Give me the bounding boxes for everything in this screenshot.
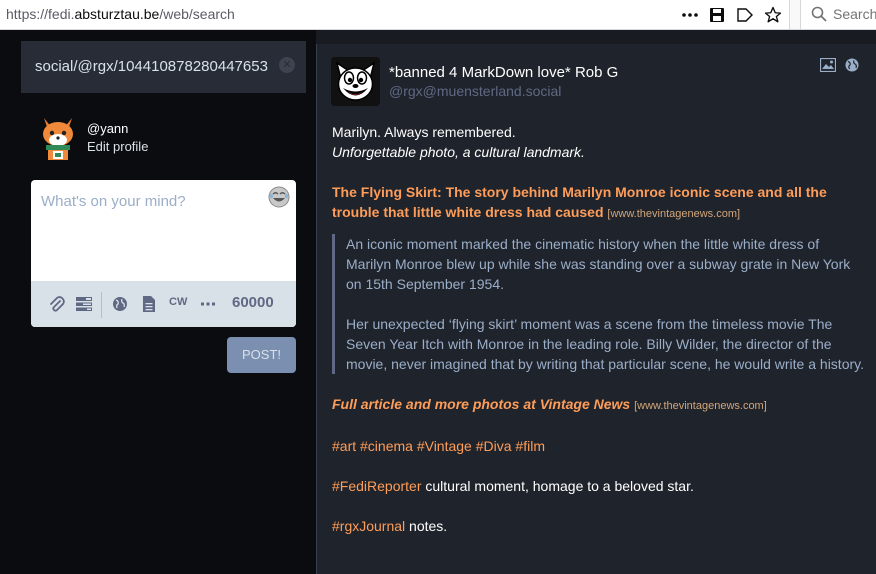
- globe-icon[interactable]: [110, 294, 130, 314]
- browser-toolbar: https://fedi.absturztau.be/web/search Se…: [0, 0, 876, 30]
- edit-profile-link[interactable]: Edit profile: [87, 139, 148, 154]
- url-text[interactable]: https://fedi.absturztau.be/web/search: [6, 6, 235, 22]
- browser-search-placeholder: Search: [833, 6, 876, 22]
- bookmark-icon[interactable]: [733, 3, 757, 27]
- status-line-italic: Unforgettable photo, a cultural landmark…: [332, 144, 585, 160]
- public-visibility-icon: [845, 57, 859, 72]
- fedireporter-line: #FediReporter cultural moment, homage to…: [332, 476, 867, 496]
- full-article-text[interactable]: Full article and more photos at Vintage …: [332, 396, 630, 412]
- file-icon[interactable]: [139, 294, 159, 314]
- content-warning-toggle[interactable]: CW: [169, 296, 187, 308]
- hashtag-link[interactable]: #film: [515, 438, 545, 454]
- full-article-link[interactable]: [www.thevintagenews.com]: [634, 400, 767, 412]
- full-article-line: Full article and more photos at Vintage …: [332, 394, 867, 416]
- star-icon[interactable]: [761, 3, 785, 27]
- url-path: /web/search: [159, 6, 235, 22]
- emoji-picker-icon[interactable]: [268, 186, 290, 208]
- more-icon[interactable]: [198, 294, 218, 314]
- hashtag-link[interactable]: #Diva: [476, 438, 512, 454]
- poll-icon[interactable]: [74, 294, 94, 314]
- quote-paragraph: An iconic moment marked the cinematic hi…: [346, 236, 851, 292]
- search-input[interactable]: social/@rgx/104410878280447653 ✕: [21, 41, 306, 93]
- hashtag-link[interactable]: #rgxJournal: [332, 518, 405, 534]
- account-handle: @yann: [87, 121, 129, 136]
- more-icon[interactable]: [678, 3, 702, 27]
- status-content: Marilyn. Always remembered. Unforgettabl…: [332, 122, 867, 536]
- clear-search-icon[interactable]: ✕: [279, 57, 295, 73]
- status-author-avatar[interactable]: [331, 57, 380, 106]
- hashtag-link[interactable]: #FediReporter: [332, 478, 422, 494]
- url-prefix: https://fedi.: [6, 6, 75, 22]
- paperclip-icon[interactable]: [47, 294, 67, 314]
- status-line: Marilyn. Always remembered.: [332, 124, 516, 140]
- search-icon: [811, 6, 827, 26]
- url-host: absturztau.be: [74, 6, 160, 22]
- browser-search-box[interactable]: Search: [800, 0, 876, 29]
- compose-column: social/@rgx/104410878280447653 ✕ @yann E…: [0, 30, 316, 574]
- article-heading-text[interactable]: The Flying Skirt: The story behind Maril…: [332, 184, 827, 220]
- fedireporter-text: cultural moment, homage to a beloved sta…: [421, 478, 694, 494]
- article-heading: The Flying Skirt: The story behind Maril…: [332, 182, 867, 224]
- post-button[interactable]: POST!: [227, 337, 296, 373]
- url-bar[interactable]: https://fedi.absturztau.be/web/search: [0, 0, 790, 29]
- compose-toolbar: CW 60000: [31, 281, 296, 327]
- character-counter: 60000: [232, 294, 274, 311]
- search-input-value[interactable]: social/@rgx/104410878280447653: [35, 58, 277, 75]
- hashtag-link[interactable]: #cinema: [360, 438, 413, 454]
- article-source-link[interactable]: [www.thevintagenews.com]: [607, 208, 740, 220]
- hashtag-link[interactable]: #Vintage: [417, 438, 472, 454]
- hashtag-link[interactable]: #art: [332, 438, 356, 454]
- status-account[interactable]: @rgx@muensterland.social: [389, 83, 561, 99]
- compose-textarea[interactable]: What's on your mind?: [41, 193, 186, 210]
- mastodon-app: social/@rgx/104410878280447653 ✕ @yann E…: [0, 30, 876, 574]
- image-icon: [819, 57, 837, 73]
- save-icon[interactable]: [705, 3, 729, 27]
- blockquote: An iconic moment marked the cinematic hi…: [332, 234, 867, 374]
- account-card: @yann Edit profile: [38, 114, 298, 162]
- compose-form: What's on your mind? CW 60000: [31, 180, 296, 327]
- hashtag-list: #art #cinema #Vintage #Diva #film: [332, 436, 867, 456]
- toolbar-divider: [101, 292, 102, 318]
- journal-line: #rgxJournal notes.: [332, 516, 867, 536]
- quote-paragraph: Her unexpected ‘flying skirt’ moment was…: [346, 316, 864, 372]
- avatar[interactable]: [38, 114, 78, 162]
- status-detail-column: *banned 4 MarkDown love* Rob G @rgx@muen…: [316, 44, 876, 574]
- status-display-name[interactable]: *banned 4 MarkDown love* Rob G: [389, 64, 618, 81]
- journal-text: notes.: [405, 518, 448, 534]
